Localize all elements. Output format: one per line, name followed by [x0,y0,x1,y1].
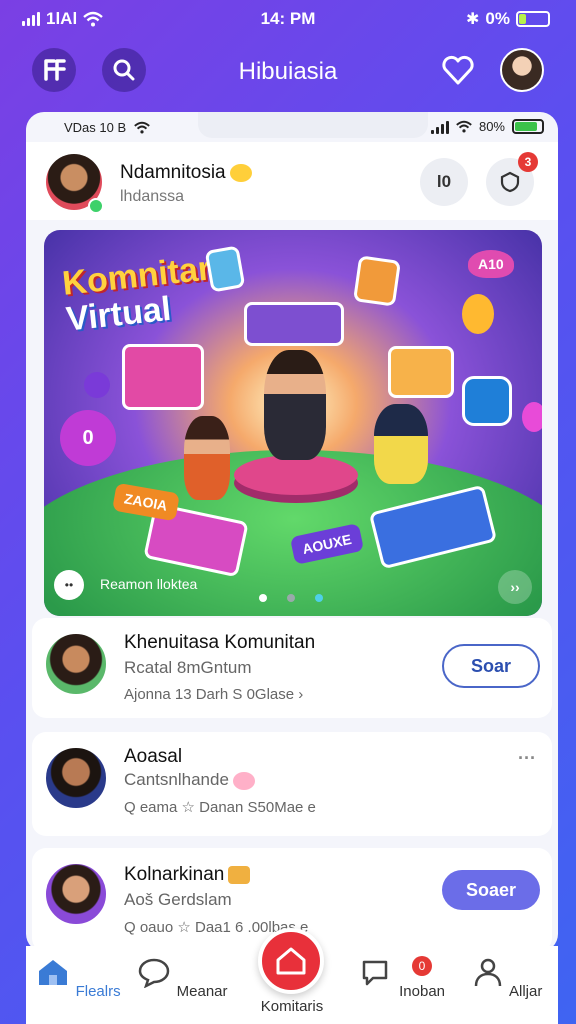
profile-name: Ndamnitosia [120,162,226,183]
inner-status-label: VDas 10 B [64,120,127,135]
inner-status-bar: VDas 10 B 80% [26,112,558,142]
mascot-character [374,404,428,484]
online-indicator [88,198,104,214]
user-icon [474,958,501,987]
chat-dots-icon[interactable]: •• [54,570,84,600]
badge-sticker: 0 [60,410,116,466]
shield-icon [500,171,520,193]
main-character [264,350,326,460]
nav-label: Flealrs [75,983,121,1000]
inner-notch [198,112,428,138]
post-subtitle: Cantsnlhande [124,770,229,789]
floating-screen-tile [244,302,344,346]
app-header: Hibuiasia [0,42,576,102]
carousel-dot[interactable] [315,594,323,602]
banner-stage [234,455,358,495]
signal-icon [430,120,449,134]
inbox-badge: 0 [412,956,432,976]
user-avatar[interactable] [500,48,544,92]
notification-badge: 3 [518,152,538,172]
ball-icon [84,372,110,398]
home-icon [276,947,306,975]
battery-icon [516,11,550,27]
balloon-icon [462,294,494,334]
carousel-dot[interactable] [287,594,295,602]
community-fab-button[interactable] [258,928,324,994]
nav-label: Komitaris [260,998,324,1015]
post-author: Aoasal [124,746,183,767]
chat-bubble-icon [139,958,170,989]
nav-item-chat[interactable]: Meanar [132,956,232,1000]
bluetooth-icon: ✱ [466,11,480,28]
sticker-icon [228,865,251,884]
nav-item-community[interactable]: Komitaris [242,998,342,1015]
carousel-dot[interactable] [259,594,267,602]
post-author: Kolnarkinan [124,864,225,885]
profile-row[interactable]: Ndamnitosia lhdanssa l0 3 [26,142,558,220]
battery-icon [512,119,544,134]
floating-photo-tile [204,245,246,293]
emoji-icon [229,163,252,182]
speaker-icon [462,376,512,426]
post-card[interactable]: Khenuitasa Komunitan Rcatal 8mGntum Ajon… [32,618,552,718]
post-card[interactable]: Aoasal Cantsnlhande Q eama ☆ Danan S50Ma… [32,732,552,836]
post-avatar[interactable] [44,746,108,810]
nav-item-home[interactable]: Flealrs [28,956,128,1000]
banner-title: Komnitar Virtual [61,249,217,338]
app-title: Hibuiasia [238,58,338,85]
profile-action-button[interactable]: l0 [420,158,468,206]
inner-battery-percent: 80% [478,119,505,134]
post-avatar[interactable] [44,632,108,696]
wifi-icon [134,121,150,134]
bottom-nav: Flealrs Meanar Komitaris 0 Inoban Alljar [26,928,558,1024]
post-author: Khenuitasa Komunitan [124,632,316,653]
follow-button[interactable]: Soar [442,644,540,688]
wifi-icon [456,120,472,133]
main-card: VDas 10 B 80% Ndamnitosia lhdanssa l0 3 … [26,112,558,952]
post-subtitle: Rcatal 8mGntum [124,658,252,677]
post-meta: Ajonna 13 Darh S 0Glase › [124,686,304,703]
post-subtitle: Aoš Gerdslam [124,890,232,909]
profile-subtitle: lhdanssa [120,188,185,205]
post-meta: Q eama ☆ Danan S50Mae e [124,799,316,816]
emoji-icon [232,771,255,790]
nav-label: Alljar [509,983,543,1000]
home-icon [39,960,68,985]
floating-screen-tile [388,346,454,398]
battery-percent: 0% [485,9,510,28]
post-avatar[interactable] [44,862,108,926]
floating-screen-tile [122,344,204,410]
nav-label: Inoban [399,983,446,1000]
heart-sticker: A10 [468,250,514,278]
heart-icon[interactable] [440,52,476,88]
notifications-button[interactable]: 3 [486,152,538,206]
floating-photo-tile [353,255,401,307]
next-chevron-icon[interactable]: ›› [498,570,532,604]
kid-character [184,416,230,500]
status-bar: 1lAl 14: PM ✱ 0% [0,0,576,38]
follow-button[interactable]: Soaer [442,870,540,910]
carousel-dots [259,594,323,602]
featured-banner[interactable]: Komnitar Virtual ZAOIA AOUXE A10 0 •• Re… [44,230,542,616]
nav-item-inbox[interactable]: 0 Inoban [352,956,452,1000]
nav-item-profile[interactable]: Alljar [456,956,556,1000]
banner-caption: Reamon lloktea [100,576,198,592]
profile-action-label: l0 [436,172,452,191]
balloon-icon [522,402,542,432]
message-icon [362,960,388,986]
nav-label: Meanar [176,983,228,1000]
more-options-icon[interactable]: ··· [518,748,536,769]
